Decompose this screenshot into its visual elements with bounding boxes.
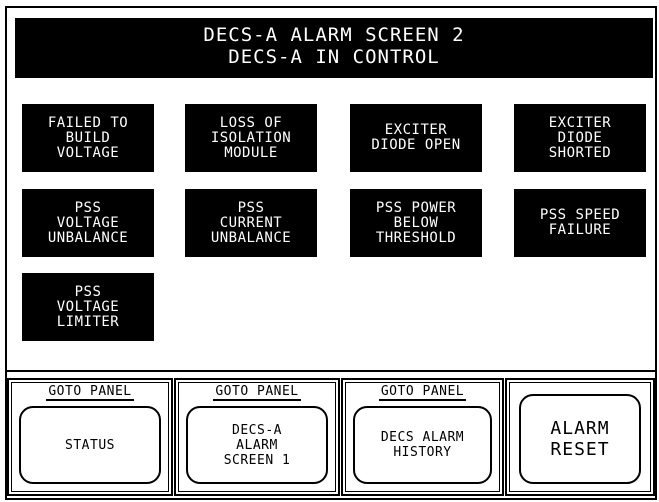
goto-panel-caption: GOTO PANEL	[349, 384, 496, 401]
nav-tile-alarm-screen-1: GOTO PANEL DECS-A ALARM SCREEN 1	[174, 378, 340, 496]
nav-tile-alarm-reset: ALARM RESET	[505, 378, 655, 496]
goto-alarm-history-label: DECS ALARM HISTORY	[380, 430, 465, 460]
goto-panel-caption: GOTO PANEL	[15, 384, 165, 401]
goto-alarm-screen-1-label: DECS-A ALARM SCREEN 1	[223, 422, 291, 468]
alarm-pss-speed-failure[interactable]: PSS SPEED FAILURE	[514, 189, 646, 257]
alarm-pss-voltage-limiter[interactable]: PSS VOLTAGE LIMITER	[22, 273, 154, 341]
alarm-label: PSS VOLTAGE UNBALANCE	[47, 199, 129, 246]
alarm-label: PSS SPEED FAILURE	[539, 207, 621, 238]
alarm-pss-power-below-threshold[interactable]: PSS POWER BELOW THRESHOLD	[350, 189, 482, 257]
goto-alarm-screen-1-button[interactable]: DECS-A ALARM SCREEN 1	[186, 406, 328, 484]
goto-alarm-history-button[interactable]: DECS ALARM HISTORY	[353, 406, 492, 484]
alarm-reset-label: ALARM RESET	[550, 418, 610, 460]
alarm-pss-current-unbalance[interactable]: PSS CURRENT UNBALANCE	[185, 189, 317, 257]
control-status: DECS-A IN CONTROL	[228, 46, 440, 68]
goto-status-button[interactable]: STATUS	[19, 406, 161, 484]
alarm-label: FAILED TO BUILD VOLTAGE	[47, 114, 129, 161]
alarm-label: PSS POWER BELOW THRESHOLD	[375, 199, 457, 246]
alarm-pss-voltage-unbalance[interactable]: PSS VOLTAGE UNBALANCE	[22, 189, 154, 257]
alarm-reset-button[interactable]: ALARM RESET	[519, 394, 641, 484]
alarm-loss-of-isolation-module[interactable]: LOSS OF ISOLATION MODULE	[185, 104, 317, 172]
divider	[7, 370, 655, 372]
screen-header: DECS-A ALARM SCREEN 2 DECS-A IN CONTROL	[15, 18, 653, 78]
nav-tile-alarm-history: GOTO PANEL DECS ALARM HISTORY	[341, 378, 504, 496]
alarm-failed-to-build-voltage[interactable]: FAILED TO BUILD VOLTAGE	[22, 104, 154, 172]
nav-tile-status: GOTO PANEL STATUS	[7, 378, 173, 496]
goto-panel-caption: GOTO PANEL	[182, 384, 332, 401]
screen-title: DECS-A ALARM SCREEN 2	[203, 24, 465, 46]
alarm-exciter-diode-open[interactable]: EXCITER DIODE OPEN	[350, 104, 482, 172]
goto-status-label: STATUS	[65, 437, 115, 453]
alarm-label: LOSS OF ISOLATION MODULE	[210, 114, 292, 161]
alarm-exciter-diode-shorted[interactable]: EXCITER DIODE SHORTED	[514, 104, 646, 172]
alarm-label: EXCITER DIODE OPEN	[371, 122, 461, 153]
alarm-label: EXCITER DIODE SHORTED	[548, 114, 612, 161]
alarm-label: PSS VOLTAGE LIMITER	[56, 283, 120, 330]
alarm-label: PSS CURRENT UNBALANCE	[210, 199, 292, 246]
